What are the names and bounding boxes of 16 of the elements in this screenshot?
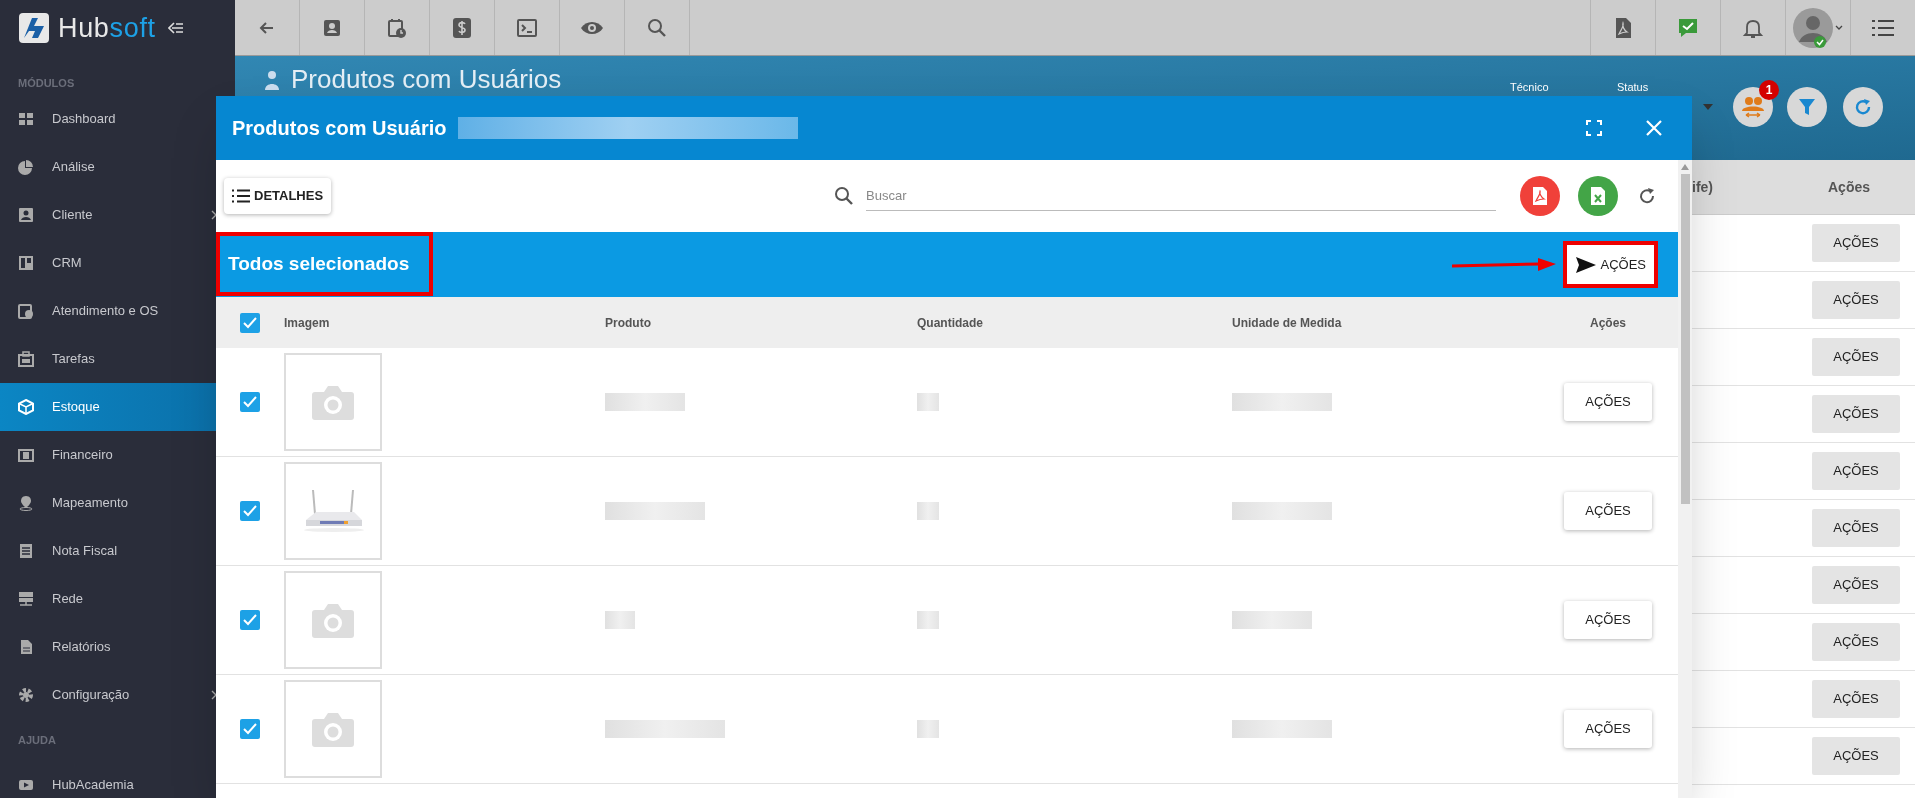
- selection-label: Todos selecionados: [227, 252, 411, 277]
- page-title: Produtos com Usuários: [291, 63, 562, 96]
- section-heading: MÓDULOS: [18, 75, 75, 91]
- column-header: ife): [1692, 177, 1713, 197]
- column-header: Unidade de Medida: [1232, 315, 1342, 330]
- column-header: Ações: [1828, 177, 1870, 197]
- filter-label: Técnico: [1510, 80, 1549, 95]
- notification-badge: 1: [1759, 80, 1779, 100]
- dialog-title: Produtos com Usuário: [232, 116, 447, 141]
- column-header: Ações: [1590, 314, 1626, 332]
- section-heading: AJUDA: [18, 732, 56, 748]
- column-header: Produto: [605, 315, 651, 330]
- column-header: Quantidade: [917, 315, 983, 330]
- filter-label: Status: [1617, 80, 1649, 95]
- column-header: Imagem: [284, 315, 330, 330]
- brand-logo: Hubsoft: [58, 11, 156, 45]
